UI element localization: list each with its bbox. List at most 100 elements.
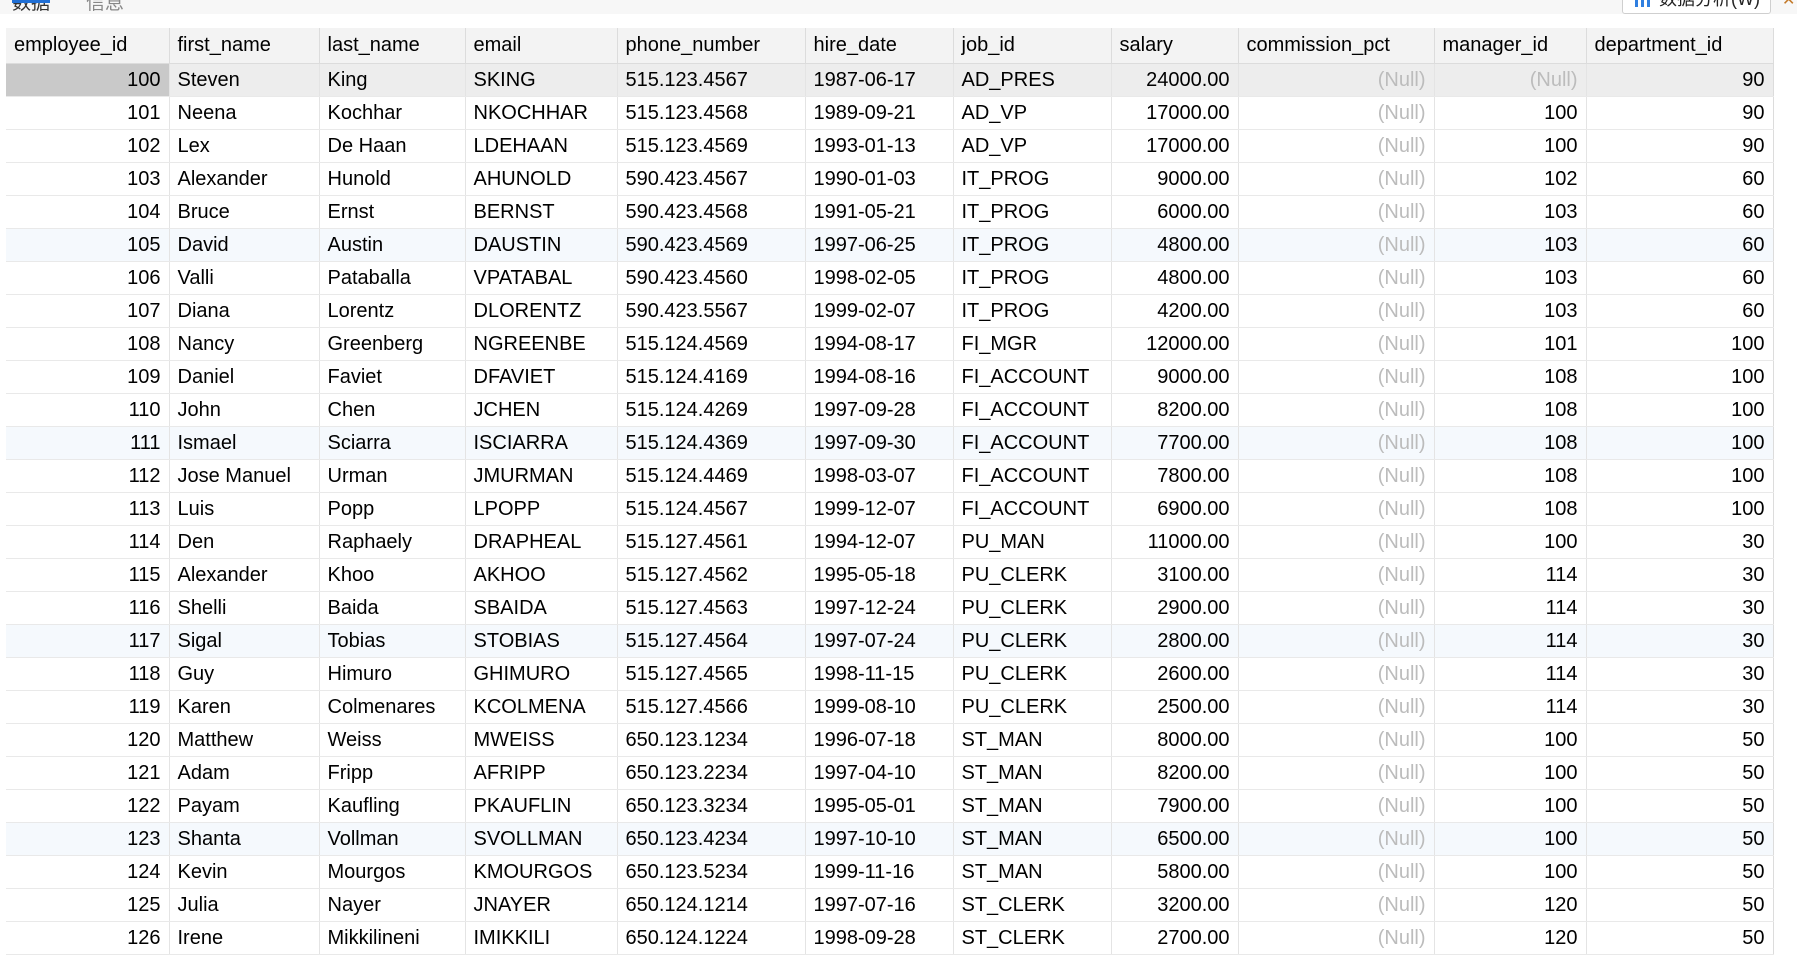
table-row[interactable]: 111 Ismael Sciarra ISCIARRA 515.124.4369 1997… bbox=[6, 426, 1774, 460]
cell-commission-pct[interactable]: (Null) bbox=[1238, 63, 1435, 97]
cell-department-id[interactable]: 30 bbox=[1586, 690, 1774, 724]
cell-job-id[interactable]: PU_CLERK bbox=[953, 657, 1112, 691]
cell-employee-id[interactable]: 118 bbox=[6, 657, 170, 691]
cell-salary[interactable]: 2600.00 bbox=[1111, 657, 1239, 691]
cell-department-id[interactable]: 60 bbox=[1586, 261, 1774, 295]
cell-last-name[interactable]: Himuro bbox=[319, 657, 466, 691]
cell-commission-pct[interactable]: (Null) bbox=[1238, 261, 1435, 295]
table-row[interactable]: 119 Karen Colmenares KCOLMENA 515.127.4566 19… bbox=[6, 690, 1774, 724]
cell-manager-id[interactable]: 103 bbox=[1434, 294, 1587, 328]
cell-job-id[interactable]: PU_CLERK bbox=[953, 591, 1112, 625]
cell-email[interactable]: IMIKKILI bbox=[465, 921, 618, 955]
table-row[interactable]: 109 Daniel Faviet DFAVIET 515.124.4169 1994-0… bbox=[6, 360, 1774, 394]
cell-manager-id[interactable]: 103 bbox=[1434, 228, 1587, 262]
cell-employee-id[interactable]: 102 bbox=[6, 129, 170, 163]
table-row[interactable]: 126 Irene Mikkilineni IMIKKILI 650.124.1224 1… bbox=[6, 921, 1774, 955]
cell-hire-date[interactable]: 1995-05-18 bbox=[805, 558, 954, 592]
cell-job-id[interactable]: FI_ACCOUNT bbox=[953, 393, 1112, 427]
cell-manager-id[interactable]: 108 bbox=[1434, 459, 1587, 493]
cell-employee-id[interactable]: 108 bbox=[6, 327, 170, 361]
column-header-department-id[interactable]: department_id bbox=[1586, 28, 1774, 64]
cell-first-name[interactable]: Payam bbox=[169, 789, 320, 823]
cell-first-name[interactable]: Sigal bbox=[169, 624, 320, 658]
table-row[interactable]: 106 Valli Pataballa VPATABAL 590.423.4560 199… bbox=[6, 261, 1774, 295]
cell-department-id[interactable]: 100 bbox=[1586, 492, 1774, 526]
cell-job-id[interactable]: IT_PROG bbox=[953, 195, 1112, 229]
cell-job-id[interactable]: PU_CLERK bbox=[953, 624, 1112, 658]
cell-manager-id[interactable]: 101 bbox=[1434, 327, 1587, 361]
cell-phone-number[interactable]: 515.124.4569 bbox=[617, 327, 806, 361]
cell-email[interactable]: SVOLLMAN bbox=[465, 822, 618, 856]
cell-last-name[interactable]: Kochhar bbox=[319, 96, 466, 130]
cell-job-id[interactable]: FI_ACCOUNT bbox=[953, 426, 1112, 460]
table-row[interactable]: 117 Sigal Tobias STOBIAS 515.127.4564 1997-07… bbox=[6, 624, 1774, 658]
cell-first-name[interactable]: Daniel bbox=[169, 360, 320, 394]
cell-last-name[interactable]: Chen bbox=[319, 393, 466, 427]
cell-email[interactable]: AFRIPP bbox=[465, 756, 618, 790]
cell-department-id[interactable]: 90 bbox=[1586, 63, 1774, 97]
cell-email[interactable]: BERNST bbox=[465, 195, 618, 229]
cell-first-name[interactable]: Valli bbox=[169, 261, 320, 295]
cell-department-id[interactable]: 100 bbox=[1586, 426, 1774, 460]
cell-last-name[interactable]: Colmenares bbox=[319, 690, 466, 724]
cell-hire-date[interactable]: 1998-09-28 bbox=[805, 921, 954, 955]
cell-first-name[interactable]: Kevin bbox=[169, 855, 320, 889]
cell-hire-date[interactable]: 1993-01-13 bbox=[805, 129, 954, 163]
cell-department-id[interactable]: 100 bbox=[1586, 393, 1774, 427]
column-header-last-name[interactable]: last_name bbox=[319, 28, 466, 64]
cell-hire-date[interactable]: 1997-09-30 bbox=[805, 426, 954, 460]
cell-department-id[interactable]: 50 bbox=[1586, 888, 1774, 922]
cell-department-id[interactable]: 60 bbox=[1586, 228, 1774, 262]
cell-email[interactable]: NKOCHHAR bbox=[465, 96, 618, 130]
cell-commission-pct[interactable]: (Null) bbox=[1238, 690, 1435, 724]
column-header-first-name[interactable]: first_name bbox=[169, 28, 320, 64]
cell-salary[interactable]: 4800.00 bbox=[1111, 261, 1239, 295]
cell-commission-pct[interactable]: (Null) bbox=[1238, 756, 1435, 790]
cell-phone-number[interactable]: 590.423.5567 bbox=[617, 294, 806, 328]
cell-commission-pct[interactable]: (Null) bbox=[1238, 558, 1435, 592]
cell-commission-pct[interactable]: (Null) bbox=[1238, 327, 1435, 361]
cell-salary[interactable]: 7700.00 bbox=[1111, 426, 1239, 460]
cell-hire-date[interactable]: 1997-12-24 bbox=[805, 591, 954, 625]
table-row[interactable]: 114 Den Raphaely DRAPHEAL 515.127.4561 1994-1… bbox=[6, 525, 1774, 559]
column-header-manager-id[interactable]: manager_id bbox=[1434, 28, 1587, 64]
cell-employee-id[interactable]: 121 bbox=[6, 756, 170, 790]
cell-manager-id[interactable]: 108 bbox=[1434, 426, 1587, 460]
table-row[interactable]: 123 Shanta Vollman SVOLLMAN 650.123.4234 1997… bbox=[6, 822, 1774, 856]
cell-job-id[interactable]: FI_MGR bbox=[953, 327, 1112, 361]
cell-phone-number[interactable]: 650.124.1214 bbox=[617, 888, 806, 922]
cell-manager-id[interactable]: 100 bbox=[1434, 822, 1587, 856]
cell-department-id[interactable]: 30 bbox=[1586, 624, 1774, 658]
cell-department-id[interactable]: 50 bbox=[1586, 756, 1774, 790]
cell-job-id[interactable]: ST_CLERK bbox=[953, 888, 1112, 922]
cell-job-id[interactable]: AD_PRES bbox=[953, 63, 1112, 97]
cell-hire-date[interactable]: 1999-11-16 bbox=[805, 855, 954, 889]
cell-employee-id[interactable]: 111 bbox=[6, 426, 170, 460]
cell-phone-number[interactable]: 590.423.4568 bbox=[617, 195, 806, 229]
cell-last-name[interactable]: Kaufling bbox=[319, 789, 466, 823]
cell-manager-id[interactable]: 100 bbox=[1434, 789, 1587, 823]
cell-first-name[interactable]: Steven bbox=[169, 63, 320, 97]
cell-manager-id[interactable]: 114 bbox=[1434, 591, 1587, 625]
cell-employee-id[interactable]: 126 bbox=[6, 921, 170, 955]
cell-department-id[interactable]: 50 bbox=[1586, 921, 1774, 955]
cell-first-name[interactable]: Matthew bbox=[169, 723, 320, 757]
cell-phone-number[interactable]: 515.124.4369 bbox=[617, 426, 806, 460]
cell-email[interactable]: AHUNOLD bbox=[465, 162, 618, 196]
table-row[interactable]: 110 John Chen JCHEN 515.124.4269 1997-09-28 FI… bbox=[6, 393, 1774, 427]
cell-first-name[interactable]: Adam bbox=[169, 756, 320, 790]
cell-department-id[interactable]: 30 bbox=[1586, 558, 1774, 592]
cell-salary[interactable]: 7800.00 bbox=[1111, 459, 1239, 493]
cell-hire-date[interactable]: 1997-04-10 bbox=[805, 756, 954, 790]
cell-commission-pct[interactable]: (Null) bbox=[1238, 228, 1435, 262]
cell-hire-date[interactable]: 1997-07-24 bbox=[805, 624, 954, 658]
cell-hire-date[interactable]: 1995-05-01 bbox=[805, 789, 954, 823]
cell-last-name[interactable]: Baida bbox=[319, 591, 466, 625]
cell-phone-number[interactable]: 650.123.3234 bbox=[617, 789, 806, 823]
cell-department-id[interactable]: 50 bbox=[1586, 723, 1774, 757]
cell-phone-number[interactable]: 515.124.4469 bbox=[617, 459, 806, 493]
column-header-employee-id[interactable]: employee_id bbox=[6, 28, 170, 64]
cell-job-id[interactable]: ST_MAN bbox=[953, 855, 1112, 889]
cell-phone-number[interactable]: 515.124.4269 bbox=[617, 393, 806, 427]
cell-first-name[interactable]: Shanta bbox=[169, 822, 320, 856]
